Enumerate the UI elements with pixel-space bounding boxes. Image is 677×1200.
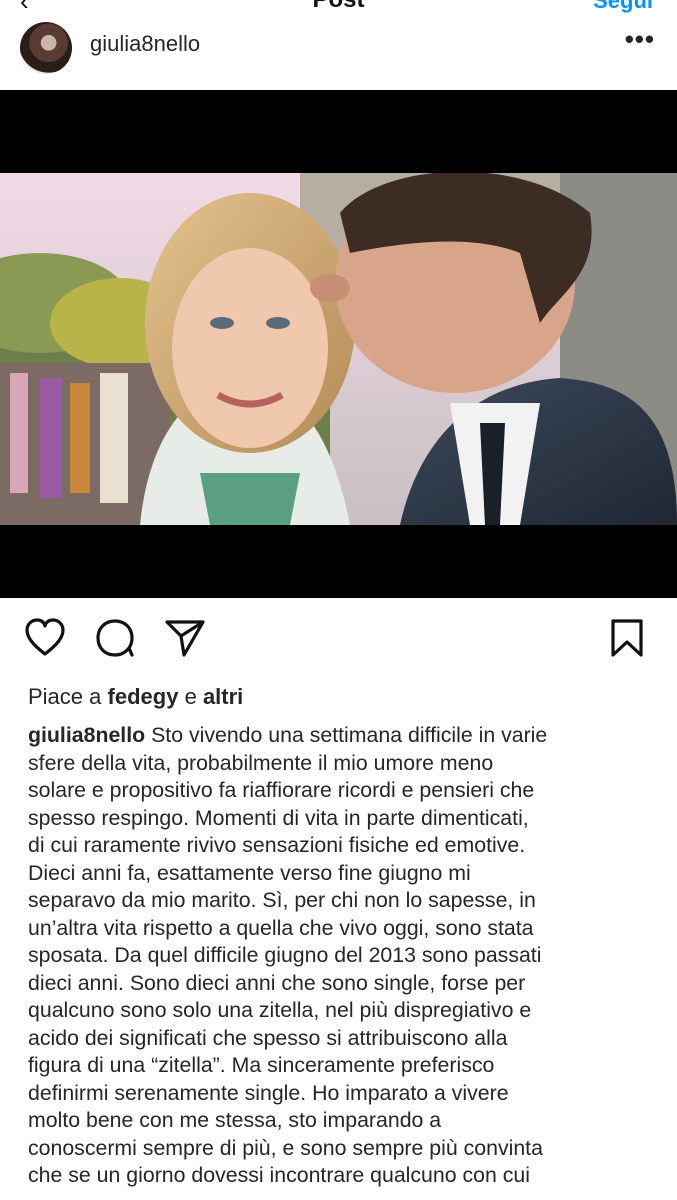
caption-line: di cui raramente rivivo sensazioni fisic… (28, 833, 526, 857)
post-caption: giulia8nello Sto vivendo una settimana d… (28, 722, 656, 1190)
caption-line: figura di una “zitella”. Ma sinceramente… (28, 1053, 495, 1077)
comment-icon[interactable] (95, 618, 135, 658)
avatar[interactable] (20, 22, 72, 74)
post-header: giulia8nello ••• (0, 18, 677, 74)
likes-joiner: e (184, 684, 197, 709)
send-icon[interactable] (164, 618, 206, 658)
caption-username[interactable]: giulia8nello (28, 723, 145, 747)
likes-user[interactable]: fedegy (108, 684, 179, 709)
post-media[interactable] (0, 90, 677, 598)
post-username[interactable]: giulia8nello (90, 31, 200, 57)
caption-line: definirmi serenamente single. Ho imparat… (28, 1080, 509, 1105)
caption-line: separavo da mio marito. Sì, per chi non … (28, 888, 536, 912)
caption-line: sposata. Da quel difficile giugno del 20… (28, 943, 542, 967)
follow-button[interactable]: Segui (593, 0, 653, 14)
post-actions-bar (0, 618, 677, 662)
caption-line: sfere della vita, probabilmente il mio u… (28, 750, 494, 775)
caption-line: un’altra vita rispetto a quella che vivo… (28, 915, 534, 940)
more-options-icon[interactable]: ••• (625, 24, 655, 55)
post-photo (0, 173, 677, 525)
likes-prefix: Piace a (28, 684, 102, 709)
caption-line: che se un giorno dovessi incontrare qual… (28, 1163, 530, 1187)
heart-icon[interactable] (24, 618, 66, 658)
caption-line: qualcuno sono solo una zitella, nel più … (28, 998, 532, 1022)
caption-line: molto bene con me stessa, sto imparando … (28, 1108, 442, 1132)
caption-line: conoscermi sempre di più, e sono sempre … (28, 1135, 543, 1160)
caption-line: acido dei significati che spesso si attr… (28, 1025, 508, 1050)
likes-summary[interactable]: Piace a fedegy e altri (28, 684, 243, 710)
top-navigation-bar: ‹ Post Segui (0, 0, 677, 14)
caption-line: spesso respingo. Momenti di vita in part… (28, 805, 529, 830)
page-title: Post (0, 0, 677, 14)
caption-line: giulia8nello Sto vivendo una settimana d… (28, 722, 656, 750)
likes-others[interactable]: altri (203, 684, 243, 709)
bookmark-icon[interactable] (609, 618, 645, 658)
caption-line: solare e propositivo fa riaffiorare rico… (28, 778, 535, 802)
caption-line: dieci anni. Sono dieci anni che sono sin… (28, 970, 526, 995)
caption-text: Sto vivendo una settimana difficile in v… (145, 723, 548, 747)
caption-line: Dieci anni fa, esattamente verso fine gi… (28, 860, 471, 885)
